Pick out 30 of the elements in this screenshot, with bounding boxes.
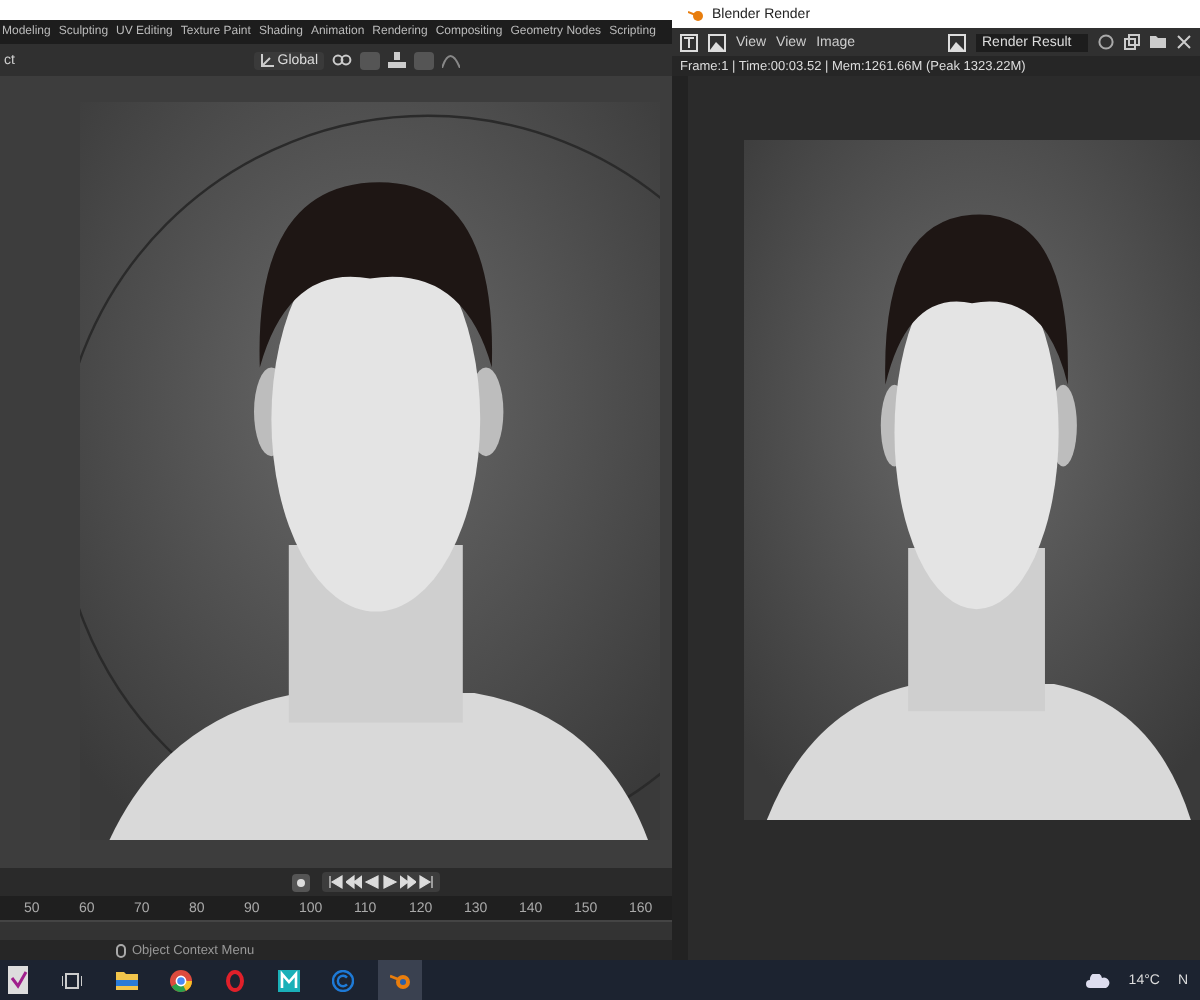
app-icon — [389, 971, 411, 989]
app-icon[interactable] — [8, 966, 28, 994]
mouse-icon — [116, 943, 126, 957]
proportional-toggle[interactable] — [414, 51, 434, 69]
falloff-curve-icon[interactable] — [442, 52, 460, 68]
duplicate-icon[interactable] — [1124, 34, 1140, 50]
cloud-icon — [1086, 973, 1111, 987]
dot-icon — [296, 877, 306, 887]
playback-control-icon[interactable] — [328, 874, 344, 890]
active-taskbar-item[interactable] — [378, 960, 422, 1000]
image-icon[interactable] — [708, 33, 726, 51]
colored-circle-icon[interactable] — [169, 969, 191, 991]
app-icon — [688, 7, 704, 21]
playback-control-icon[interactable] — [418, 874, 434, 890]
c-logo-icon[interactable] — [331, 969, 353, 991]
snap-icon[interactable] — [388, 52, 406, 68]
close-icon[interactable] — [1176, 34, 1192, 50]
playback-control-icon[interactable] — [346, 874, 362, 890]
link-icon[interactable] — [332, 52, 352, 68]
ring-icon[interactable] — [225, 969, 243, 991]
folder-icon[interactable] — [1150, 34, 1166, 50]
image-icon[interactable] — [948, 33, 966, 51]
m-logo-icon[interactable] — [277, 969, 299, 991]
task-view-icon[interactable] — [62, 971, 82, 989]
record-button[interactable] — [292, 873, 310, 891]
snap-toggle[interactable] — [360, 51, 380, 69]
folder-icon[interactable] — [115, 971, 137, 989]
playback-control-icon[interactable] — [400, 874, 416, 890]
axis-icon — [259, 53, 274, 67]
editor-type-icon[interactable] — [680, 33, 698, 51]
